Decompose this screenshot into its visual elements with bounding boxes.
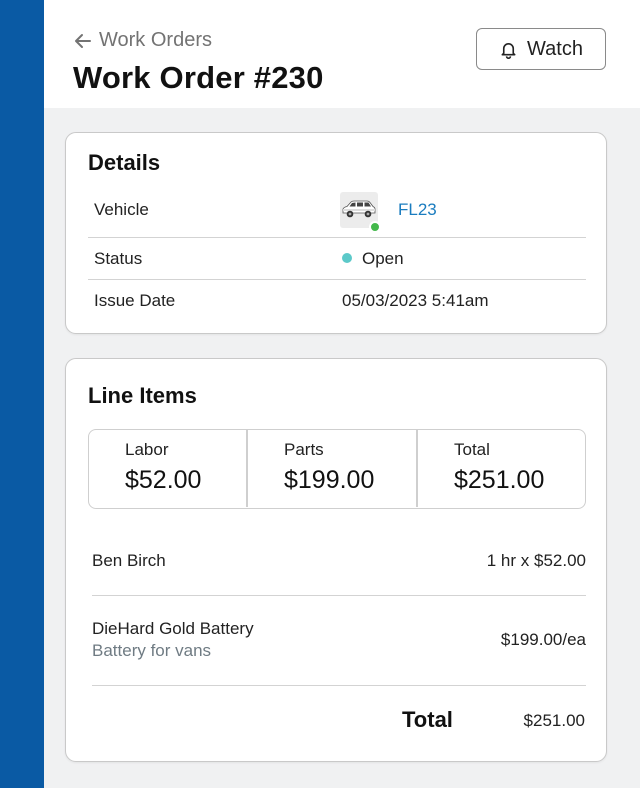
status-dot	[342, 253, 352, 263]
back-link[interactable]: Work Orders	[74, 29, 212, 52]
page-title: Work Order #230	[73, 60, 324, 95]
summary-labor-value: $52.00	[125, 466, 202, 494]
line-item[interactable]: DieHard Gold Battery Battery for vans $1…	[92, 617, 586, 677]
summary-labor: Labor $52.00	[89, 430, 247, 507]
vehicle-link[interactable]: FL23	[398, 200, 437, 220]
line-item-divider	[92, 685, 586, 686]
back-link-label: Work Orders	[99, 29, 212, 51]
details-card: Details Vehicle FL23 Status Open Issue D…	[65, 132, 607, 334]
vehicle-status-indicator	[369, 221, 381, 233]
line-item-name: Ben Birch	[92, 551, 166, 570]
watch-button[interactable]: Watch	[476, 28, 606, 70]
grand-total-label: Total	[402, 707, 453, 732]
summary-labor-label: Labor	[125, 440, 169, 459]
arrow-left-icon	[75, 33, 91, 48]
summary-parts-value: $199.00	[284, 466, 375, 494]
issue-date-value: 05/03/2023 5:41am	[342, 291, 489, 310]
summary-total-label: Total	[454, 440, 490, 459]
summary-total: Total $251.00	[417, 430, 585, 507]
issue-date-label: Issue Date	[94, 291, 176, 310]
detail-row-vehicle: Vehicle FL23	[88, 188, 586, 233]
line-item-divider	[92, 595, 586, 596]
line-item-amount: 1 hr x $52.00	[486, 551, 586, 570]
line-item-description: Battery for vans	[92, 641, 212, 660]
app-sidebar	[0, 0, 44, 788]
summary-parts: Parts $199.00	[247, 430, 417, 507]
line-item[interactable]: Ben Birch 1 hr x $52.00	[92, 549, 586, 589]
line-item-name: DieHard Gold Battery	[92, 619, 254, 638]
cost-summary: Labor $52.00 Parts $199.00 Total $251.00	[88, 429, 586, 509]
detail-row-issue-date: Issue Date 05/03/2023 5:41am	[88, 279, 586, 321]
line-items-title: Line Items	[88, 383, 197, 408]
summary-total-value: $251.00	[454, 466, 545, 494]
watch-button-label: Watch	[527, 37, 583, 60]
details-title: Details	[88, 150, 161, 175]
status-label: Status	[94, 249, 143, 268]
status-value: Open	[362, 249, 404, 268]
vehicle-label: Vehicle	[94, 200, 149, 219]
car-icon	[342, 200, 376, 218]
line-items-card: Line Items Labor $52.00 Parts $199.00 To…	[65, 358, 607, 762]
grand-total-value: $251.00	[523, 711, 585, 730]
detail-row-status: Status Open	[88, 237, 586, 279]
bell-icon	[501, 42, 516, 59]
page-header: Work Orders Work Order #230 Watch	[44, 0, 640, 108]
line-item-amount: $199.00/ea	[500, 630, 586, 649]
summary-parts-label: Parts	[284, 440, 324, 459]
